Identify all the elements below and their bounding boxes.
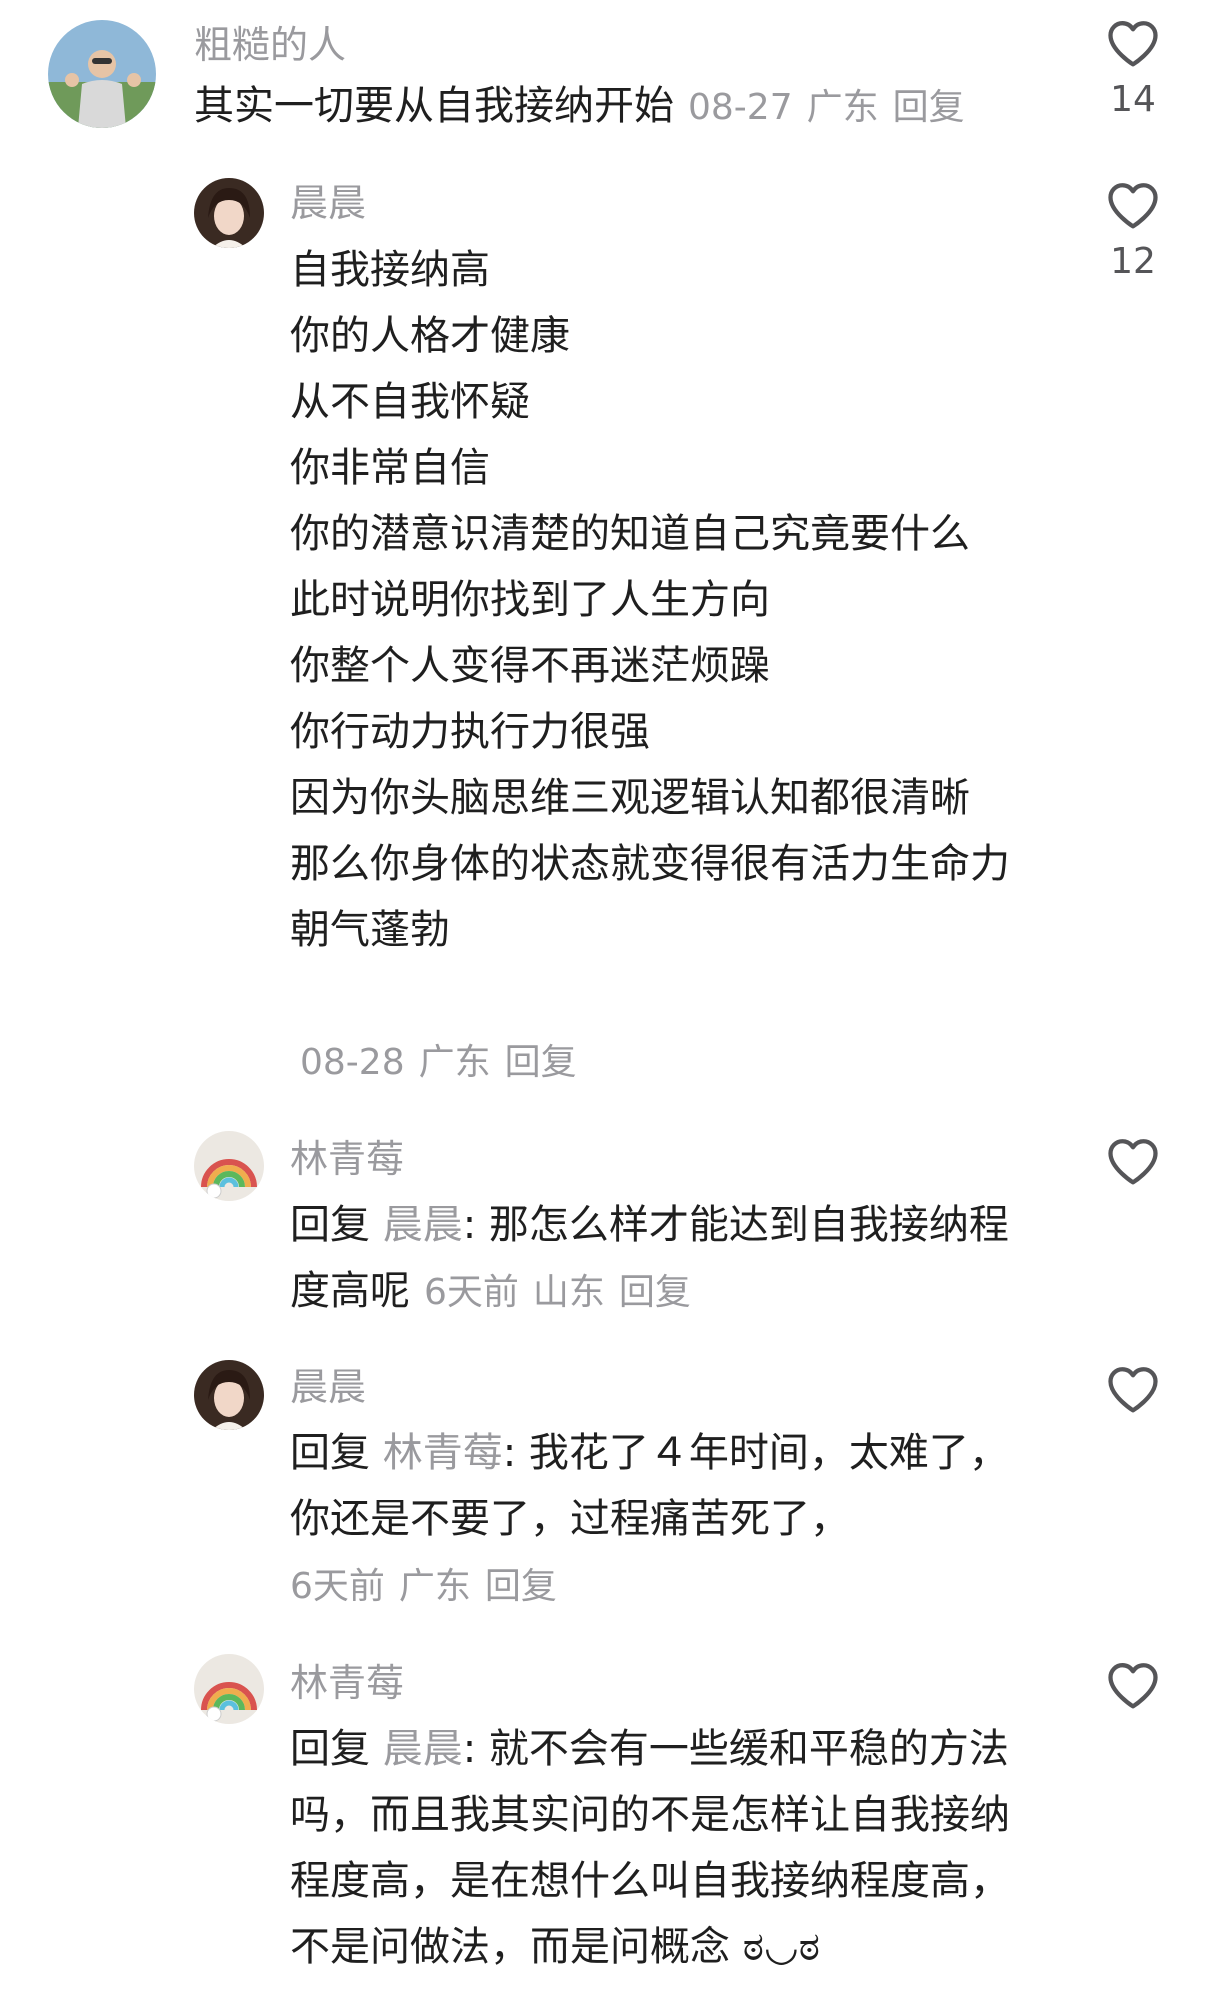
comment-line: 你行动力执行力很强 [290, 709, 650, 755]
comment-line: 那么你身体的状态就变得很有活力生命力 [290, 841, 1010, 887]
comment-text: 其实一切要从自我接纳开始 08-27 广东 回复 [194, 76, 965, 138]
comment-line: 程度高，是在想什么叫自我接纳程度高， [290, 1858, 1010, 1904]
comment-line: 你整个人变得不再迷茫烦躁 [290, 643, 770, 689]
comment-date: 6天前 [424, 1272, 519, 1313]
comment-text: 回复 晨晨: 那怎么样才能达到自我接纳程 度高呢 6天前 山东 回复 [290, 1192, 1009, 1326]
reply-target-user[interactable]: 林青莓 [383, 1430, 503, 1476]
comment-line: 不是问做法，而是问概念 ಠ◡ಠ [290, 1914, 1010, 1980]
comment-text: 回复 晨晨: 就不会有一些缓和平稳的方法 吗，而且我其实问的不是怎样让自我接纳 … [290, 1716, 1010, 1980]
like-button[interactable] [1098, 1136, 1168, 1186]
heart-outline-icon [1108, 1139, 1158, 1185]
comment-line: 朝气蓬勃 [290, 907, 450, 953]
avatar[interactable] [194, 1131, 264, 1201]
emoji: ಠ◡ಠ [742, 1924, 820, 1970]
comment-location: 广东 [806, 87, 879, 128]
reply-button[interactable]: 回复 [893, 87, 965, 128]
comment-meta: 08-28 广东 回复 [300, 1040, 577, 1086]
comment-text-content: 我花了４年时间，太难了， [528, 1430, 1009, 1476]
username[interactable]: 林青莓 [290, 1660, 404, 1706]
comment-line: 此时说明你找到了人生方向 [290, 577, 770, 623]
username[interactable]: 粗糙的人 [194, 22, 346, 68]
comment-line: 你非常自信 [290, 445, 490, 491]
comment-line: 回复 晨晨: 就不会有一些缓和平稳的方法 [290, 1726, 1009, 1772]
reply-button[interactable]: 回复 [505, 1042, 577, 1083]
comment-date: 08-27 [688, 87, 793, 128]
heart-outline-icon [1108, 1367, 1158, 1413]
comment-text-content: 其实一切要从自我接纳开始 [194, 83, 674, 129]
comment-location: 广东 [418, 1042, 491, 1083]
reply-button[interactable]: 回复 [619, 1272, 691, 1313]
heart-outline-icon [1108, 1663, 1158, 1709]
like-button[interactable] [1098, 1660, 1168, 1710]
comment-line: 你还是不要了，过程痛苦死了， [290, 1496, 850, 1542]
username[interactable]: 林青莓 [290, 1136, 404, 1182]
comment-meta: 6天前 广东 回复 [290, 1564, 557, 1610]
like-button[interactable]: 14 [1098, 18, 1168, 122]
reply-target-user[interactable]: 晨晨 [383, 1202, 463, 1248]
username[interactable]: 晨晨 [290, 180, 366, 226]
heart-outline-icon [1108, 183, 1158, 229]
like-count: 14 [1110, 79, 1156, 120]
comment-date: 6天前 [290, 1566, 385, 1607]
comment-text-content: 那怎么样才能达到自我接纳程 [488, 1202, 1009, 1248]
comment-line: 回复 晨晨: 那怎么样才能达到自我接纳程 [290, 1202, 1009, 1248]
comment-text: 自我接纳高 你的人格才健康 从不自我怀疑 你非常自信 你的潜意识清楚的知道自己究… [290, 237, 1010, 963]
comment-line: 吗，而且我其实问的不是怎样让自我接纳 [290, 1792, 1010, 1838]
heart-outline-icon [1108, 21, 1158, 67]
comment-line: 自我接纳高 [290, 247, 490, 293]
comment-line: 你的潜意识清楚的知道自己究竟要什么 [290, 511, 970, 557]
reply-prefix: 回复 [290, 1726, 370, 1772]
comment-line: 度高呢 6天前 山东 回复 [290, 1258, 1009, 1326]
reply-button[interactable]: 回复 [485, 1566, 557, 1607]
comment-date: 08-28 [300, 1042, 405, 1083]
like-button[interactable]: 12 [1098, 180, 1168, 284]
reply-prefix: 回复 [290, 1202, 370, 1248]
comment-text-content: 就不会有一些缓和平稳的方法 [488, 1726, 1009, 1772]
avatar[interactable] [194, 1654, 264, 1724]
avatar[interactable] [194, 1360, 264, 1430]
comment-text-content: 度高呢 [290, 1268, 410, 1314]
comment-location: 广东 [398, 1566, 471, 1607]
username[interactable]: 晨晨 [290, 1364, 366, 1410]
avatar[interactable] [48, 20, 156, 128]
comment-text: 回复 林青莓: 我花了４年时间，太难了， 你还是不要了，过程痛苦死了， [290, 1420, 1009, 1552]
comment-line: 回复 林青莓: 我花了４年时间，太难了， [290, 1430, 1009, 1476]
comment-line: 从不自我怀疑 [290, 379, 530, 425]
reply-target-user[interactable]: 晨晨 [383, 1726, 463, 1772]
comment-line: 你的人格才健康 [290, 313, 570, 359]
comment-text-content: 不是问做法，而是问概念 [290, 1924, 730, 1970]
comment-line: 因为你头脑思维三观逻辑认知都很清晰 [290, 775, 970, 821]
like-button[interactable] [1098, 1364, 1168, 1414]
reply-prefix: 回复 [290, 1430, 370, 1476]
comment-location: 山东 [532, 1272, 605, 1313]
avatar[interactable] [194, 178, 264, 248]
like-count: 12 [1110, 241, 1156, 282]
